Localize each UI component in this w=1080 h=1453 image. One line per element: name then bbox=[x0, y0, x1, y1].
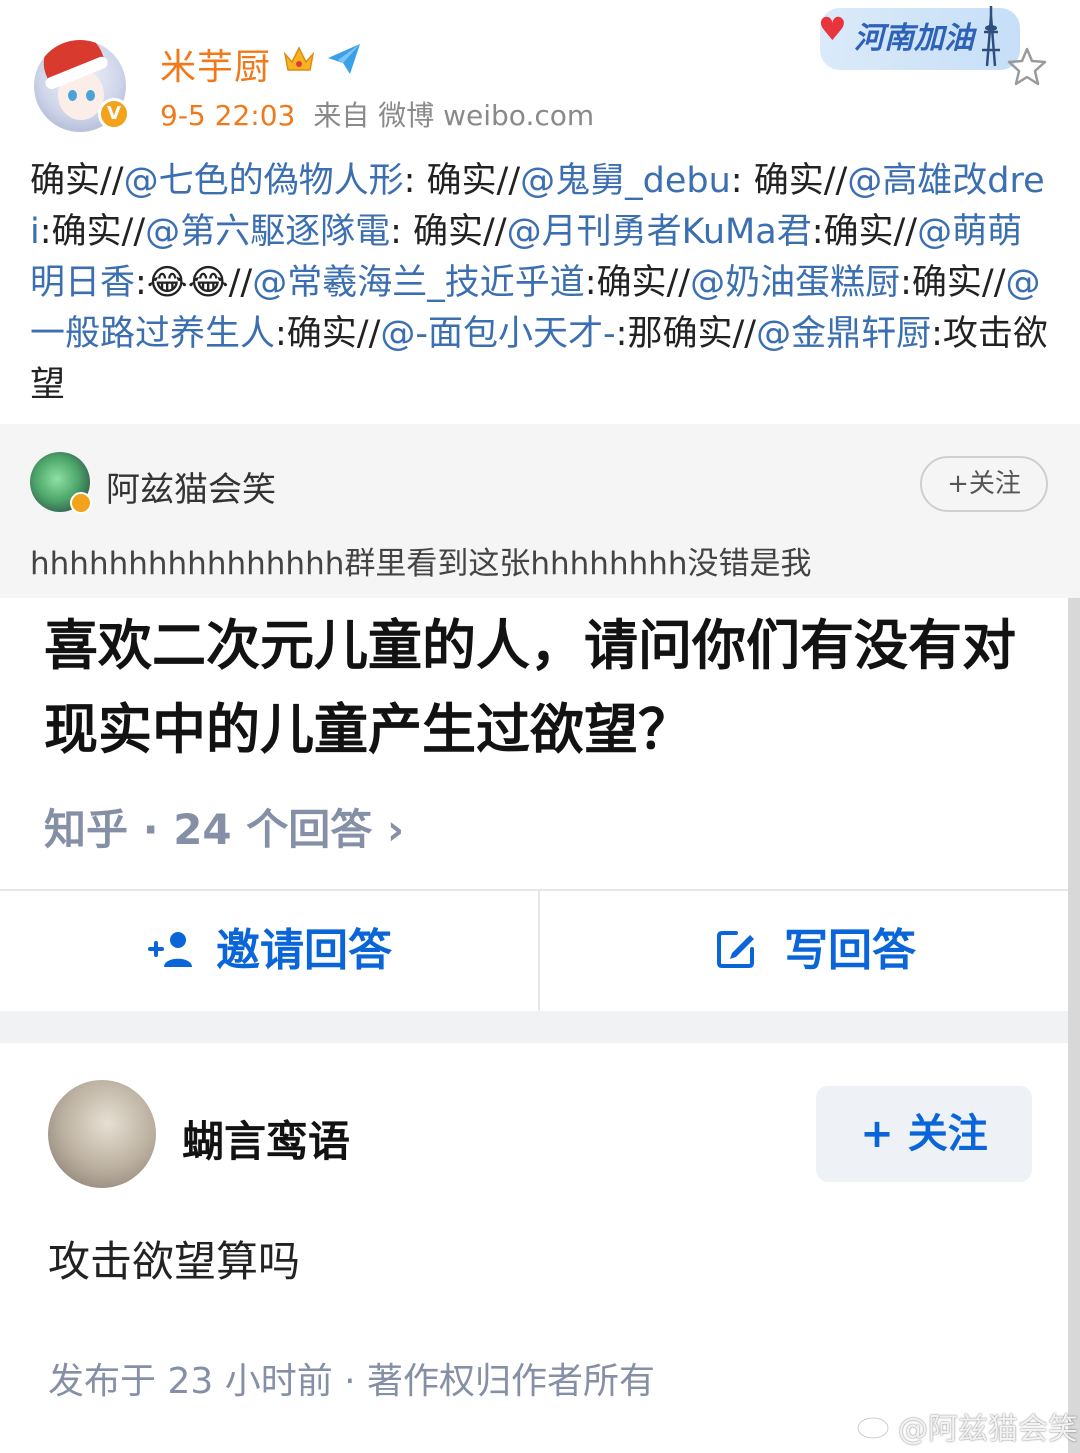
divider bbox=[538, 891, 540, 1011]
write-answer-label: 写回答 bbox=[784, 925, 916, 976]
repost-segment: :确实// bbox=[900, 263, 1006, 303]
quoted-username[interactable]: 阿兹猫会笑 bbox=[106, 462, 276, 511]
star-icon[interactable] bbox=[1006, 46, 1048, 86]
mention-link[interactable]: @七色的偽物人形 bbox=[124, 161, 404, 201]
answer-text: 攻击欲望算吗 bbox=[48, 1237, 301, 1286]
scrollbar bbox=[1068, 598, 1080, 1453]
question-meta[interactable]: 知乎 · 24 个回答 › bbox=[44, 796, 404, 857]
mention-link[interactable]: @常羲海兰_技近乎道 bbox=[252, 263, 585, 303]
write-answer-button[interactable]: 写回答 bbox=[714, 891, 916, 1011]
weibo-logo-icon bbox=[856, 1408, 894, 1440]
post-meta: 9-5 22:03 来自 微博 weibo.com bbox=[160, 94, 594, 134]
author-avatar[interactable] bbox=[48, 1080, 156, 1188]
post-source: 来自 微博 weibo.com bbox=[313, 99, 595, 132]
invite-answer-button[interactable]: 邀请回答 bbox=[148, 891, 392, 1011]
repost-segment: :确实// bbox=[584, 263, 691, 303]
repost-segment: :😂😂// bbox=[135, 263, 253, 303]
repost-segment: :确实// bbox=[811, 212, 918, 252]
add-user-icon bbox=[148, 932, 192, 967]
invite-answer-label: 邀请回答 bbox=[216, 925, 392, 976]
repost-segment: : 确实// bbox=[390, 212, 507, 252]
edit-icon bbox=[717, 931, 754, 968]
mention-link[interactable]: @金鼎轩厨 bbox=[756, 314, 931, 354]
repost-segment: : 确实// bbox=[730, 161, 848, 201]
heart-icon: ♥ bbox=[818, 10, 847, 48]
post-time: 9-5 22:03 bbox=[160, 99, 296, 132]
repost-segment: 确实// bbox=[30, 161, 124, 201]
crown-icon bbox=[283, 46, 315, 71]
tower-icon bbox=[982, 6, 1000, 67]
username[interactable]: 米芋厨 bbox=[160, 38, 271, 90]
quoted-text: hhhhhhhhhhhhhhhh群里看到这张hhhhhhhh没错是我 bbox=[30, 546, 812, 582]
mention-link[interactable]: @-面包小天才- bbox=[380, 314, 615, 354]
paper-plane-icon bbox=[328, 44, 360, 74]
avatar-eye bbox=[68, 90, 77, 101]
section-gap bbox=[0, 1011, 1068, 1043]
watermark: @阿兹猫会笑 bbox=[898, 1412, 1078, 1447]
verified-badge-icon bbox=[70, 492, 92, 514]
author-follow-button[interactable]: + 关注 bbox=[816, 1086, 1032, 1182]
mention-link[interactable]: @奶油蛋糕厨 bbox=[690, 263, 900, 303]
mention-link[interactable]: @第六駆逐隊電 bbox=[145, 212, 390, 252]
repost-segment: :确实// bbox=[275, 314, 381, 354]
repost-segment: : 确实// bbox=[403, 161, 521, 201]
repost-text: 确实//@七色的偽物人形: 确实//@鬼舅_debu: 确实//@高雄改drei… bbox=[30, 156, 1050, 411]
author-name[interactable]: 蝴言鸾语 bbox=[182, 1108, 350, 1169]
answer-footer: 发布于 23 小时前 · 著作权归作者所有 bbox=[48, 1361, 656, 1402]
repost-segment: :确实// bbox=[39, 212, 146, 252]
repost-segment: :那确实// bbox=[615, 314, 757, 354]
follow-button[interactable]: +关注 bbox=[920, 456, 1048, 512]
mention-link[interactable]: @鬼舅_debu bbox=[520, 161, 731, 201]
avatar-eye bbox=[86, 90, 95, 101]
question-title[interactable]: 喜欢二次元儿童的人，请问你们有没有对现实中的儿童产生过欲望？ bbox=[44, 604, 1044, 772]
mention-link[interactable]: @月刊勇者KuMa君 bbox=[507, 212, 812, 252]
verified-badge-icon: V bbox=[98, 98, 130, 130]
